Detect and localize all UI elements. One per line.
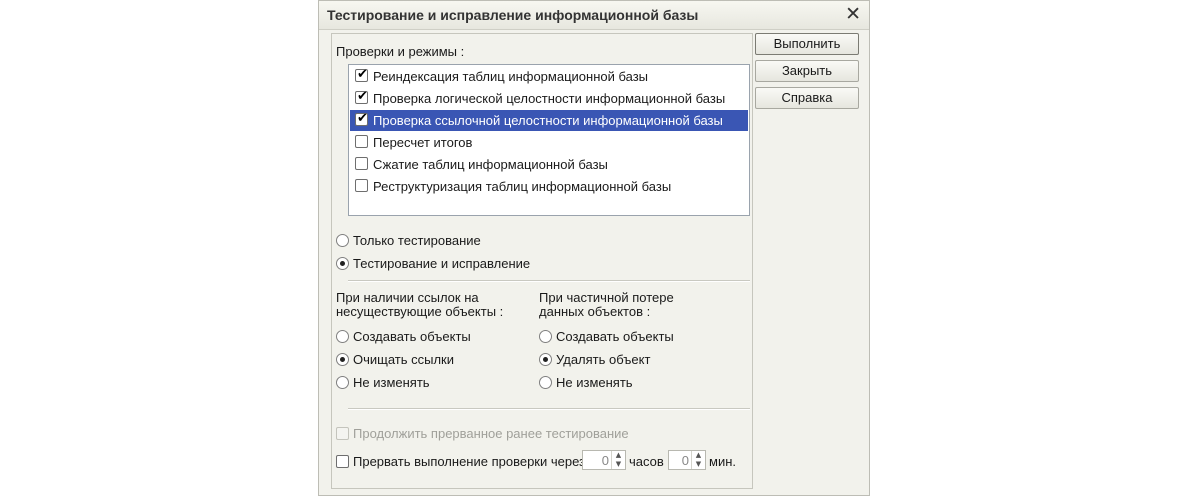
radio-refs-clear-links-label: Очищать ссылки: [353, 352, 455, 367]
checks-list: ✔ Реиндексация таблиц информационной баз…: [348, 64, 750, 216]
run-button[interactable]: Выполнить: [755, 33, 859, 55]
radio-refs-no-change[interactable]: [336, 376, 349, 389]
radio-refs-create-objects-label: Создавать объекты: [353, 329, 471, 344]
radio-refs-clear-links[interactable]: [336, 353, 349, 366]
checkbox[interactable]: [355, 135, 368, 148]
checks-header: Проверки и режимы :: [336, 44, 465, 59]
continue-interrupted-label: Продолжить прерванное ранее тестирование: [353, 426, 629, 441]
check-item-label: Реиндексация таблиц информационной базы: [373, 69, 649, 84]
check-item-recalc-totals[interactable]: Пересчет итогов: [350, 132, 748, 153]
check-item-logical-integrity[interactable]: ✔ Проверка логической целостности информ…: [350, 88, 748, 109]
radio-partial-no-change[interactable]: [539, 376, 552, 389]
options-panel: Проверки и режимы : ✔ Реиндексация табли…: [331, 33, 753, 489]
partial-loss-header-line2: данных объектов :: [539, 304, 651, 319]
checkbox[interactable]: ✔: [355, 111, 368, 126]
check-item-label: Проверка ссылочной целостности информаци…: [373, 113, 723, 128]
test-repair-dialog: Тестирование и исправление информационно…: [318, 0, 870, 496]
spin-arrows-icon[interactable]: ▲ ▼: [611, 451, 625, 469]
refs-missing-header-line1: При наличии ссылок на: [336, 290, 479, 305]
radio-test-and-repair-label: Тестирование и исправление: [353, 256, 531, 271]
refs-missing-header-line2: несуществующие объекты :: [336, 304, 504, 319]
radio-partial-delete-object-label: Удалять объект: [556, 352, 651, 367]
partial-loss-header-line1: При частичной потере: [539, 290, 674, 305]
minutes-spinner[interactable]: 0 ▲ ▼: [668, 450, 706, 470]
check-icon: ✔: [357, 111, 368, 126]
check-item-restructure-tables[interactable]: Реструктуризация таблиц информационной б…: [350, 176, 748, 197]
help-button[interactable]: Справка: [755, 87, 859, 109]
minutes-value: 0: [681, 453, 689, 468]
checkbox[interactable]: [355, 179, 368, 192]
check-item-reindex[interactable]: ✔ Реиндексация таблиц информационной баз…: [350, 66, 748, 87]
hours-spinner[interactable]: 0 ▲ ▼: [582, 450, 626, 470]
close-icon[interactable]: ✕: [845, 4, 861, 24]
radio-partial-create-objects-label: Создавать объекты: [556, 329, 674, 344]
check-item-label: Реструктуризация таблиц информационной б…: [373, 179, 672, 194]
radio-dot: [340, 261, 345, 266]
check-item-referential-integrity[interactable]: ✔ Проверка ссылочной целостности информа…: [350, 110, 748, 131]
radio-dot: [543, 357, 548, 362]
hours-unit: часов: [629, 454, 664, 469]
radio-test-and-repair[interactable]: [336, 257, 349, 270]
minutes-unit: мин.: [709, 454, 736, 469]
continue-interrupted-checkbox[interactable]: [336, 427, 349, 440]
check-item-compress-tables[interactable]: Сжатие таблиц информационной базы: [350, 154, 748, 175]
separator: [348, 408, 750, 410]
radio-refs-no-change-label: Не изменять: [353, 375, 430, 390]
check-item-label: Пересчет итогов: [373, 135, 473, 150]
check-icon: ✔: [357, 89, 368, 104]
spin-arrows-icon[interactable]: ▲ ▼: [691, 451, 705, 469]
separator: [348, 280, 750, 282]
checkbox[interactable]: [355, 157, 368, 170]
checkbox[interactable]: ✔: [355, 89, 368, 104]
radio-dot: [340, 357, 345, 362]
radio-test-only[interactable]: [336, 234, 349, 247]
interrupt-label: Прервать выполнение проверки через: [353, 454, 586, 469]
radio-partial-no-change-label: Не изменять: [556, 375, 633, 390]
hours-value: 0: [601, 453, 609, 468]
check-item-label: Проверка логической целостности информац…: [373, 91, 726, 106]
check-item-label: Сжатие таблиц информационной базы: [373, 157, 608, 172]
close-button[interactable]: Закрыть: [755, 60, 859, 82]
interrupt-checkbox[interactable]: [336, 455, 349, 468]
checkbox[interactable]: ✔: [355, 67, 368, 82]
title-bar: Тестирование и исправление информационно…: [319, 1, 869, 30]
check-icon: ✔: [357, 67, 368, 82]
dialog-title: Тестирование и исправление информационно…: [327, 7, 699, 23]
radio-partial-delete-object[interactable]: [539, 353, 552, 366]
radio-test-only-label: Только тестирование: [353, 233, 481, 248]
radio-partial-create-objects[interactable]: [539, 330, 552, 343]
radio-refs-create-objects[interactable]: [336, 330, 349, 343]
